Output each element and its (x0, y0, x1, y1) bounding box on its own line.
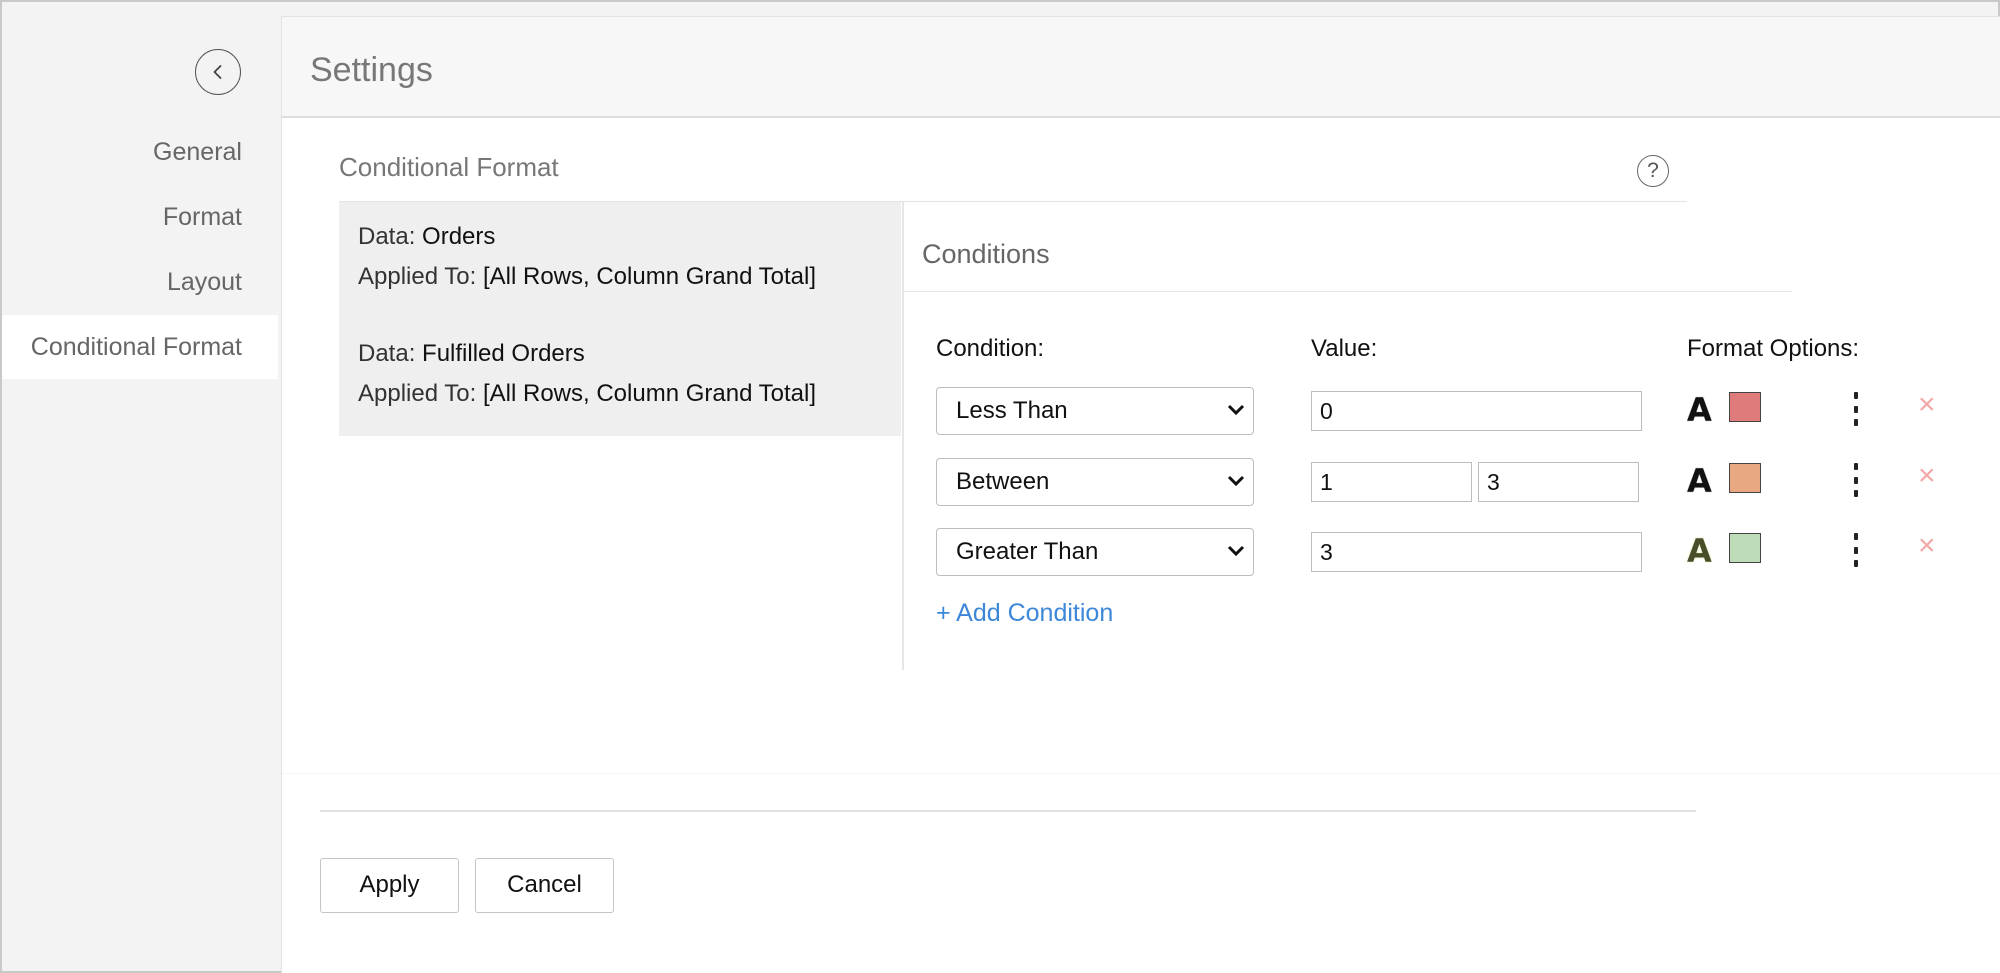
data-list-item[interactable]: Data: Orders Applied To: [All Rows, Colu… (358, 217, 816, 297)
font-color-icon[interactable]: A (1687, 462, 1715, 500)
value-column-label: Value: (1311, 335, 1378, 362)
sidebar: General Format Layout Conditional Format (2, 2, 278, 971)
condition-select[interactable]: Less Than (936, 387, 1254, 435)
font-color-icon[interactable]: A (1687, 532, 1715, 570)
sidebar-item-general[interactable]: General (2, 120, 278, 184)
remove-condition-icon[interactable]: × (1918, 388, 1936, 422)
more-options-icon[interactable] (1846, 463, 1866, 497)
conditions-title: Conditions (922, 239, 1050, 269)
condition-column-label: Condition: (936, 335, 1045, 362)
font-color-icon[interactable]: A (1687, 391, 1715, 429)
fill-color-swatch[interactable] (1729, 392, 1761, 422)
chevron-left-icon (213, 65, 222, 79)
fill-color-swatch[interactable] (1729, 533, 1761, 563)
fill-color-swatch[interactable] (1729, 463, 1761, 493)
data-key-label: Data: (358, 223, 416, 250)
page-title: Settings (310, 51, 433, 89)
condition-select[interactable]: Greater Than (936, 528, 1254, 576)
value-to-input[interactable]: 3 (1478, 462, 1639, 502)
value-input[interactable]: 3 (1311, 532, 1642, 572)
section-title: Conditional Format (339, 152, 559, 182)
back-button[interactable] (195, 49, 241, 95)
applied-value: [All Rows, Column Grand Total] (482, 263, 817, 290)
data-list: Data: Orders Applied To: [All Rows, Colu… (339, 202, 901, 436)
cancel-button[interactable]: Cancel (475, 858, 614, 913)
divider (904, 291, 1792, 292)
applied-value: [All Rows, Column Grand Total] (482, 380, 817, 407)
data-list-item[interactable]: Data: Fulfilled Orders Applied To: [All … (358, 334, 816, 414)
remove-condition-icon[interactable]: × (1918, 529, 1936, 563)
chevron-down-icon (1227, 404, 1245, 416)
condition-select-value: Less Than (956, 397, 1068, 424)
data-key-label: Data: (358, 340, 416, 367)
chevron-down-icon (1227, 475, 1245, 487)
value-from-input[interactable]: 1 (1311, 462, 1472, 502)
more-options-icon[interactable] (1846, 533, 1866, 567)
page-header: Settings (282, 17, 2000, 118)
condition-select-value: Greater Than (956, 538, 1099, 565)
footer-band (282, 773, 2000, 774)
condition-select-value: Between (956, 468, 1050, 495)
applied-key-label: Applied To: (358, 263, 477, 290)
apply-button[interactable]: Apply (320, 858, 459, 913)
value-input[interactable]: 0 (1311, 391, 1642, 431)
format-options-label: Format Options: (1687, 335, 1860, 362)
sidebar-item-conditional-format[interactable]: Conditional Format (2, 315, 278, 379)
data-value: Orders (422, 223, 496, 250)
data-value: Fulfilled Orders (422, 340, 585, 367)
condition-select[interactable]: Between (936, 458, 1254, 506)
vertical-divider (902, 202, 904, 670)
sidebar-item-format[interactable]: Format (2, 185, 278, 249)
main-panel: Settings Conditional Format ? Data: Orde… (281, 16, 2000, 973)
divider (320, 810, 1696, 812)
remove-condition-icon[interactable]: × (1918, 459, 1936, 493)
chevron-down-icon (1227, 545, 1245, 557)
add-condition-link[interactable]: + Add Condition (936, 599, 1113, 628)
sidebar-item-layout[interactable]: Layout (2, 250, 278, 314)
help-icon[interactable]: ? (1637, 155, 1669, 187)
more-options-icon[interactable] (1846, 392, 1866, 426)
applied-key-label: Applied To: (358, 380, 477, 407)
